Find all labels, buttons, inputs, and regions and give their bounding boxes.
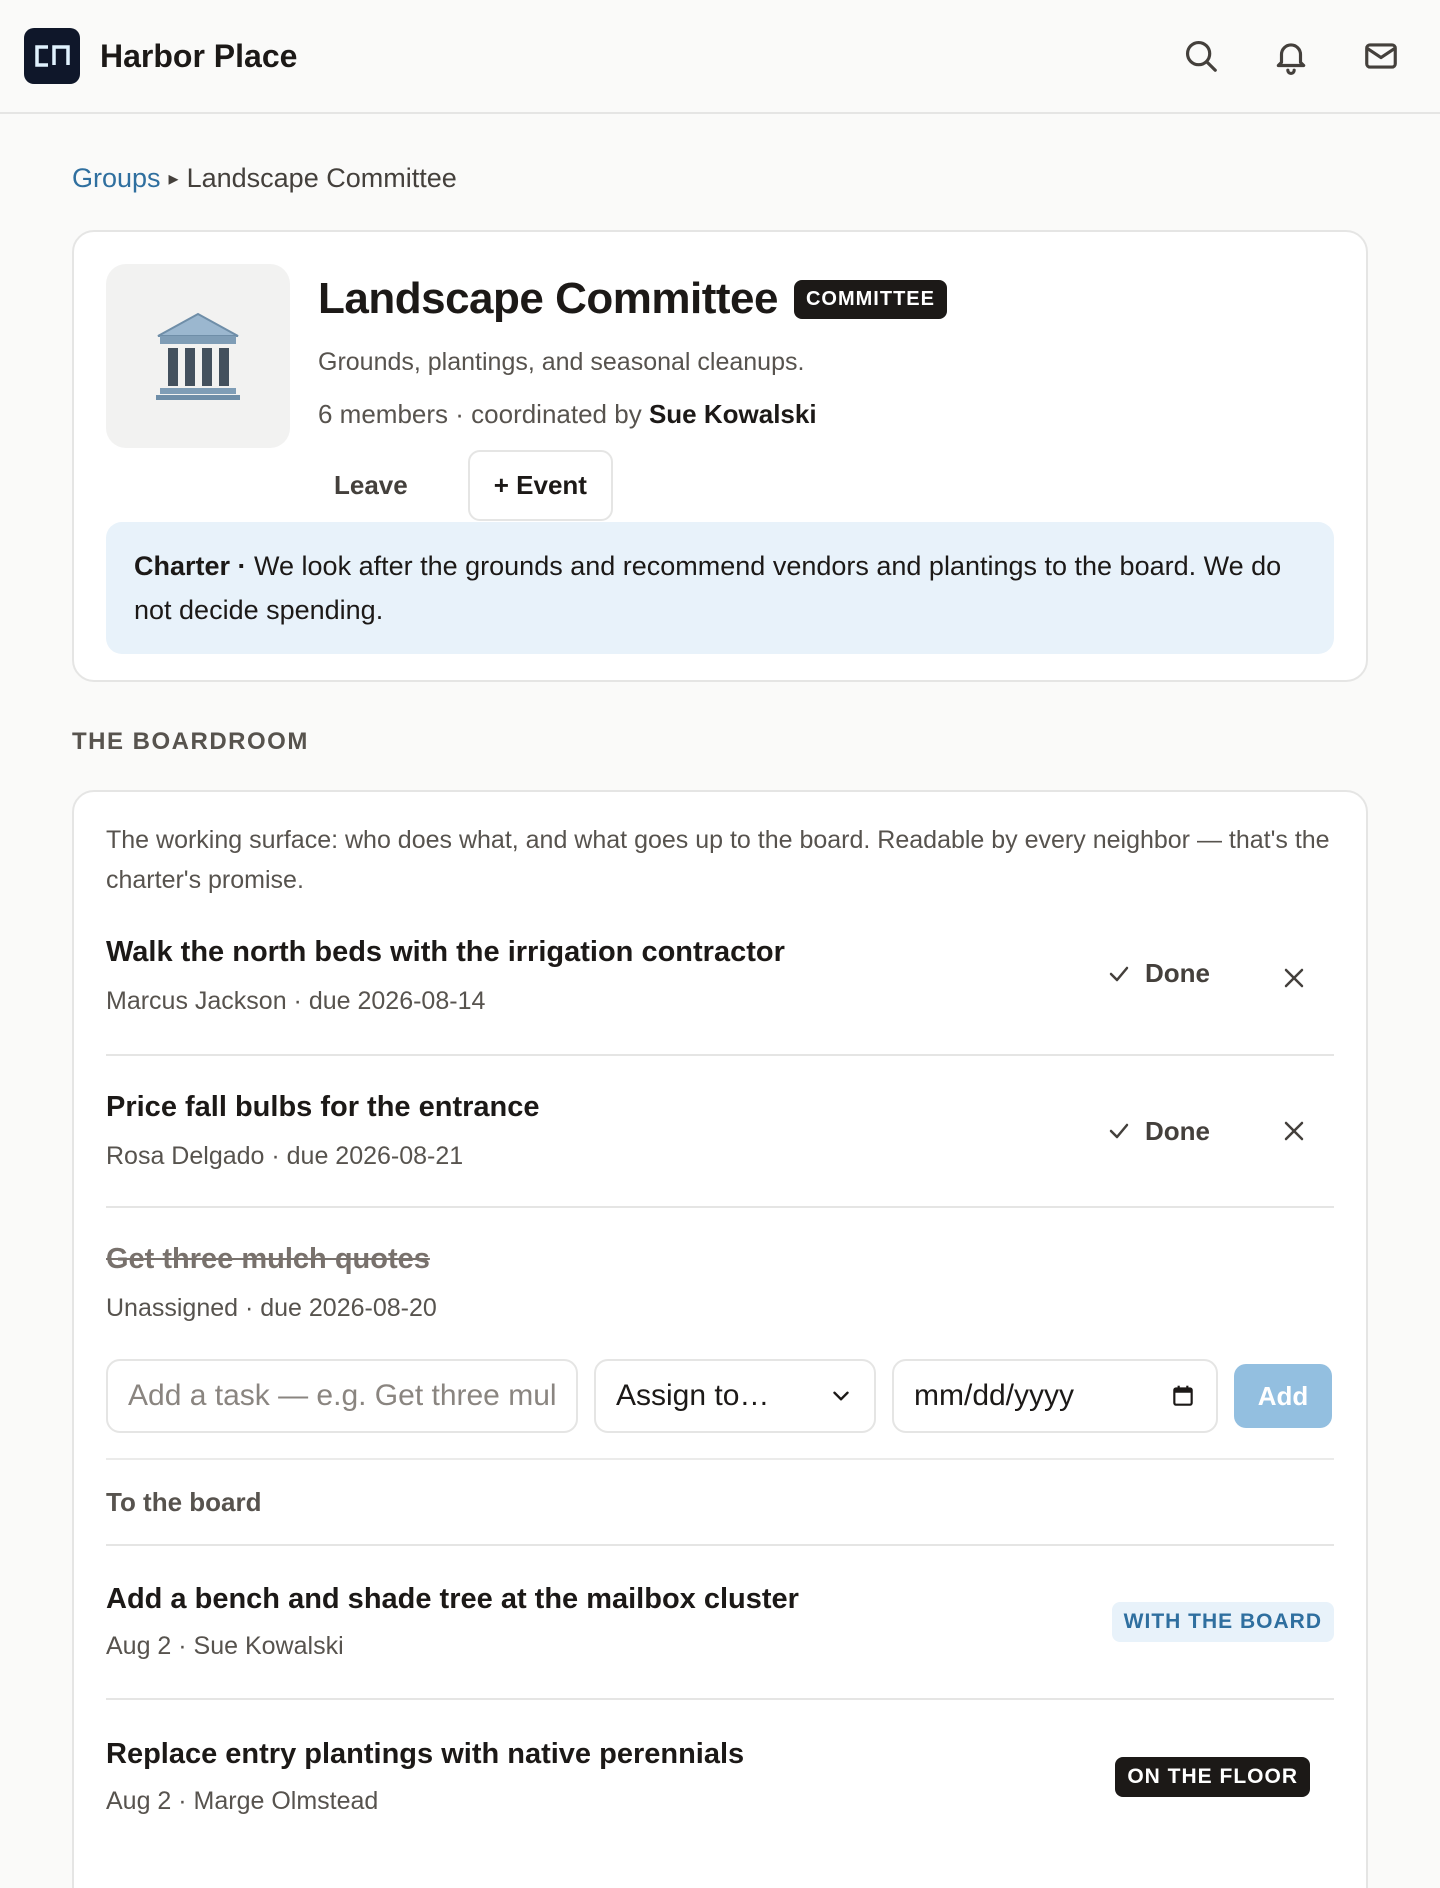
check-icon — [1109, 1123, 1129, 1139]
breadcrumb-groups-link[interactable]: Groups — [72, 163, 161, 194]
due-date-value: mm/dd/yyyy — [914, 1379, 1075, 1412]
done-label: Done — [1145, 1115, 1210, 1146]
charter-label: Charter · — [134, 551, 247, 581]
proposal-meta: Aug 2 · Sue Kowalski — [106, 1632, 344, 1660]
due-date-input[interactable]: mm/dd/yyyy — [892, 1359, 1218, 1433]
task-item: Walk the north beds with the irrigation … — [106, 918, 1334, 1056]
search-icon[interactable] — [1182, 37, 1220, 75]
mark-done-button[interactable]: Done — [1107, 958, 1210, 989]
top-bar: Harbor Place — [0, 0, 1440, 114]
proposal-meta: Aug 2 · Marge Olmstead — [106, 1787, 379, 1815]
boardroom-heading: THE BOARDROOM — [72, 728, 309, 755]
task-item-completed: Get three mulch quotes Unassigned · due … — [106, 1208, 1334, 1358]
assignee-select[interactable]: Assign to… — [594, 1359, 876, 1433]
app-logo[interactable] — [24, 28, 80, 84]
leave-button[interactable]: Leave — [290, 450, 452, 521]
done-label: Done — [1145, 958, 1210, 988]
board-proposal-item[interactable]: Replace entry plantings with native pere… — [106, 1700, 1334, 1854]
group-description: Grounds, plantings, and seasonal cleanup… — [318, 348, 805, 376]
bell-icon[interactable] — [1272, 37, 1310, 75]
close-icon — [1284, 968, 1304, 988]
app-title[interactable]: Harbor Place — [100, 38, 297, 75]
calendar-icon[interactable] — [1170, 1383, 1196, 1409]
task-meta: Unassigned · due 2026-08-20 — [106, 1294, 437, 1322]
task-title: Get three mulch quotes — [106, 1243, 430, 1275]
group-card: Landscape Committee COMMITTEE Grounds, p… — [72, 230, 1368, 682]
assignee-select-value: Assign to… — [616, 1379, 770, 1412]
group-avatar — [106, 264, 290, 448]
check-icon — [1109, 966, 1129, 981]
remove-task-button[interactable] — [1274, 958, 1314, 998]
task-meta: Marcus Jackson · due 2026-08-14 — [106, 987, 486, 1015]
group-type-badge: COMMITTEE — [793, 279, 947, 319]
task-item: Price fall bulbs for the entrance Rosa D… — [106, 1056, 1334, 1208]
task-title: Walk the north beds with the irrigation … — [106, 936, 785, 968]
breadcrumb: Groups ▸ Landscape Committee — [72, 158, 1368, 198]
task-meta: Rosa Delgado · due 2026-08-21 — [106, 1142, 464, 1170]
add-task-form: Add a task — e.g. Get three mul Assign t… — [106, 1358, 1334, 1434]
mail-icon[interactable] — [1362, 37, 1400, 75]
boardroom-card: The working surface: who does what, and … — [72, 790, 1368, 1888]
breadcrumb-separator: ▸ — [168, 167, 179, 190]
to-board-heading: To the board — [106, 1460, 1334, 1546]
group-meta: 6 members · coordinated by Sue Kowalski — [318, 399, 947, 430]
proposal-title: Replace entry plantings with native pere… — [106, 1738, 745, 1770]
task-title: Price fall bulbs for the entrance — [106, 1091, 540, 1123]
close-icon — [1284, 1121, 1304, 1141]
remove-task-button[interactable] — [1274, 1111, 1314, 1151]
charter-box: Charter · We look after the grounds and … — [106, 522, 1334, 654]
proposal-title: Add a bench and shade tree at the mailbo… — [106, 1583, 799, 1615]
board-proposal-item[interactable]: Add a bench and shade tree at the mailbo… — [106, 1546, 1334, 1700]
boardroom-intro: The working surface: who does what, and … — [106, 826, 1330, 894]
add-event-button[interactable]: + Event — [467, 450, 613, 521]
task-title-input[interactable]: Add a task — e.g. Get three mul — [106, 1359, 578, 1433]
charter-text: We look after the grounds and recommend … — [134, 551, 1282, 625]
status-badge: ON THE FLOOR — [1115, 1757, 1310, 1797]
add-task-button[interactable]: Add — [1234, 1364, 1332, 1428]
chevron-down-icon — [833, 1391, 849, 1401]
group-title: Landscape Committee — [318, 274, 778, 323]
classical-building-icon — [156, 312, 240, 400]
member-count-text: 6 members · coordinated by — [318, 399, 642, 429]
breadcrumb-current: Landscape Committee — [186, 162, 457, 193]
mark-done-button[interactable]: Done — [1107, 1116, 1210, 1147]
logo-mark-icon — [35, 45, 70, 67]
coordinator-name[interactable]: Sue Kowalski — [649, 399, 817, 429]
status-badge: WITH THE BOARD — [1111, 1602, 1334, 1642]
